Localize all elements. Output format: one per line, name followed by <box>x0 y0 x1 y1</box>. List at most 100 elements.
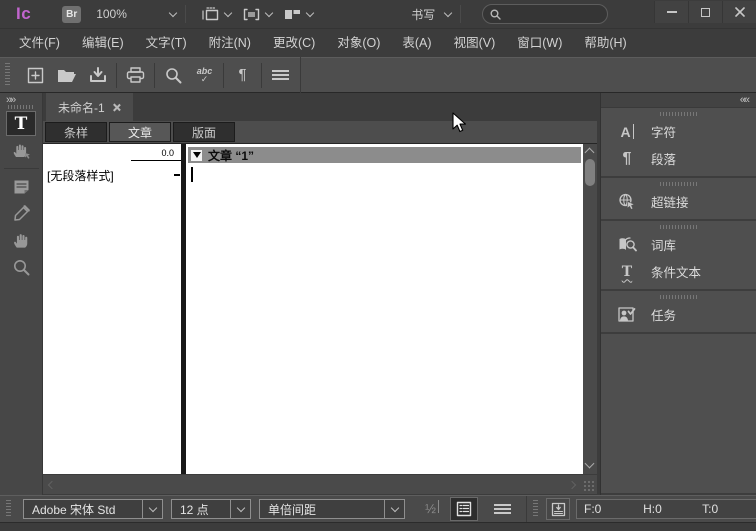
panel-conditional-text[interactable]: 条件文本 <box>601 258 756 285</box>
scroll-left-icon[interactable] <box>47 480 57 490</box>
chevron-down-icon <box>168 8 178 17</box>
toolbar-menu-button[interactable] <box>265 62 296 89</box>
workspace-switcher[interactable]: 书写 <box>411 6 453 23</box>
spellcheck-button[interactable] <box>189 62 220 89</box>
collapse-dock-icon[interactable] <box>740 93 748 107</box>
menu-changes[interactable]: 更改(C) <box>262 29 326 57</box>
note-tool[interactable] <box>6 174 36 199</box>
minimize-button[interactable] <box>654 1 688 23</box>
panel-group-text: 字符 段落 <box>601 108 756 178</box>
toolbar-separator <box>154 62 155 88</box>
scroll-right-icon[interactable] <box>567 480 577 490</box>
search-field[interactable] <box>482 4 609 24</box>
panel-drag-handle[interactable] <box>659 295 698 299</box>
zoom-level-dropdown[interactable]: 100% <box>96 7 178 21</box>
chevron-down-icon <box>264 8 274 17</box>
save-button[interactable] <box>82 62 113 89</box>
panel-hyperlinks[interactable]: 超链接 <box>601 188 756 215</box>
screen-mode-dropdown[interactable] <box>243 8 274 21</box>
tab-layout[interactable]: 版面 <box>173 122 235 142</box>
menu-help[interactable]: 帮助(H) <box>573 29 637 57</box>
panel-paragraph[interactable]: 段落 <box>601 145 756 172</box>
new-document-button[interactable] <box>20 62 51 89</box>
panel-label: 超链接 <box>651 196 689 210</box>
menu-type[interactable]: 文字(T) <box>135 29 198 57</box>
select-chevron[interactable] <box>384 500 404 518</box>
menu-view[interactable]: 视图(V) <box>443 29 507 57</box>
scroll-down-icon[interactable] <box>584 458 595 469</box>
copyfit-drag-handle[interactable] <box>533 500 538 518</box>
story-header[interactable]: 文章 “1” <box>188 147 581 163</box>
story-text-area[interactable]: 文章 “1” <box>186 144 583 474</box>
toolbar-separator <box>116 62 117 88</box>
screen-mode-icon <box>243 8 260 20</box>
type-tool[interactable] <box>6 111 36 136</box>
hand-tool-icon <box>14 233 28 248</box>
window-controls <box>654 1 756 23</box>
panel-dock: 字符 段落 超链接 <box>600 93 756 495</box>
pilcrow-icon <box>238 66 246 84</box>
panel-group-reference: 词库 条件文本 <box>601 221 756 291</box>
zoom-level-value: 100% <box>96 7 127 21</box>
toolbar-drag-handle[interactable] <box>5 63 10 87</box>
search-input[interactable] <box>506 7 601 21</box>
close-button[interactable] <box>722 1 756 23</box>
collapse-triangle-icon[interactable] <box>191 149 202 161</box>
find-button[interactable] <box>158 62 189 89</box>
eyedropper-tool[interactable] <box>6 201 36 226</box>
statusbar-menu-button[interactable] <box>490 497 514 521</box>
horizontal-scrollbar[interactable] <box>43 474 597 494</box>
hidden-characters-button[interactable] <box>227 62 258 89</box>
position-tool[interactable] <box>6 138 36 163</box>
maximize-button[interactable] <box>688 1 722 23</box>
arrange-documents-dropdown[interactable] <box>284 8 315 21</box>
menu-window[interactable]: 窗口(W) <box>506 29 573 57</box>
document-tab[interactable]: 未命名-1 <box>46 93 133 121</box>
menu-edit[interactable]: 编辑(E) <box>71 29 135 57</box>
print-button[interactable] <box>120 62 151 89</box>
hand-tool[interactable] <box>6 228 36 253</box>
open-button[interactable] <box>51 62 82 89</box>
view-options-dropdown[interactable] <box>201 7 233 21</box>
menu-file[interactable]: 文件(F) <box>8 29 71 57</box>
select-chevron[interactable] <box>142 500 162 518</box>
panel-label: 任务 <box>651 309 677 323</box>
close-tab-icon[interactable] <box>113 103 121 111</box>
arrange-documents-icon <box>285 9 301 19</box>
tab-galley[interactable]: 条样 <box>45 122 107 142</box>
panel-group-hyperlinks: 超链接 <box>601 178 756 221</box>
panel-drag-handle[interactable] <box>659 112 698 116</box>
panel-character[interactable]: 字符 <box>601 118 756 145</box>
leading-select[interactable]: 单倍间距 <box>259 499 405 519</box>
panel-drag-handle[interactable] <box>659 182 698 186</box>
menu-object[interactable]: 对象(O) <box>326 29 391 57</box>
bridge-button[interactable]: Br <box>62 5 82 23</box>
line-numbers-toggle[interactable] <box>419 497 445 521</box>
info-column-toggle[interactable] <box>450 497 478 521</box>
open-folder-icon <box>57 69 76 82</box>
scrollbar-thumb[interactable] <box>585 159 595 186</box>
font-size-select[interactable]: 12 点 <box>171 499 251 519</box>
vertical-scrollbar[interactable] <box>583 144 597 474</box>
menu-table[interactable]: 表(A) <box>391 29 442 57</box>
document-tab-label: 未命名-1 <box>58 100 105 115</box>
minimize-icon <box>666 11 677 13</box>
expand-panel-icon[interactable] <box>6 94 14 106</box>
statusbar-drag-handle[interactable] <box>6 500 11 518</box>
font-family-select[interactable]: Adobe 宋体 Std <box>23 499 163 519</box>
menu-notes[interactable]: 附注(N) <box>198 29 262 57</box>
scroll-up-icon[interactable] <box>584 147 595 158</box>
dock-header <box>601 93 756 108</box>
panel-assignments[interactable]: 任务 <box>601 301 756 328</box>
panel-thesaurus[interactable]: 词库 <box>601 231 756 258</box>
spellcheck-icon <box>197 67 213 84</box>
select-chevron[interactable] <box>230 500 250 518</box>
zoom-tool[interactable] <box>6 255 36 280</box>
chevron-down-icon <box>443 8 453 17</box>
tab-story[interactable]: 文章 <box>109 122 171 142</box>
resize-grip[interactable] <box>582 479 595 492</box>
panel-drag-handle[interactable] <box>659 225 698 229</box>
menu-icon <box>493 504 511 514</box>
copyfit-info-button[interactable] <box>546 498 570 520</box>
eyedropper-icon <box>13 205 30 221</box>
